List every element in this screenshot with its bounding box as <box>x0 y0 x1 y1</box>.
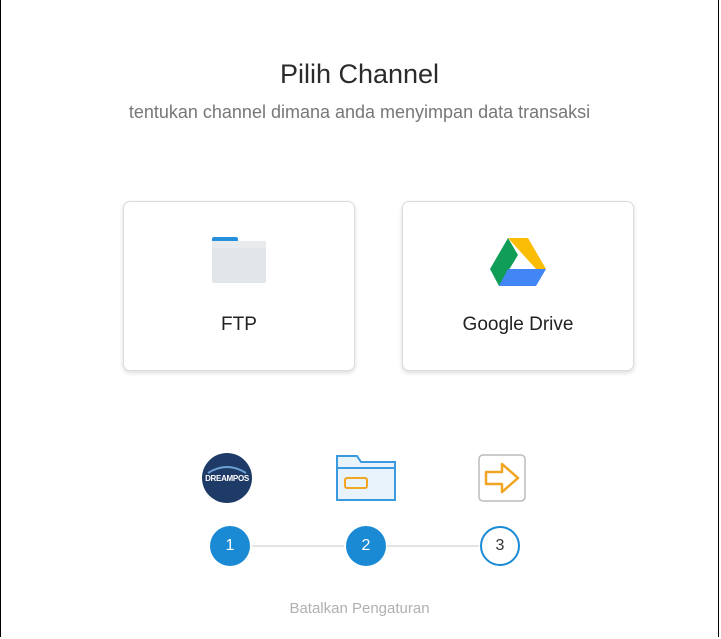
channel-card-google-drive[interactable]: Google Drive <box>402 201 634 371</box>
dreampos-logo: DREAMPOS <box>202 453 252 503</box>
folder-card-icon <box>335 454 397 507</box>
cancel-settings-link[interactable]: Batalkan Pengaturan <box>1 600 718 617</box>
step-indicator-2: 2 <box>346 526 386 566</box>
google-drive-icon <box>489 236 547 291</box>
channel-label-ftp: FTP <box>221 314 257 335</box>
page-title: Pilih Channel <box>279 59 440 89</box>
channel-label-google-drive: Google Drive <box>462 314 574 335</box>
window-frame: Pilih Channel tentukan channel dimana an… <box>0 0 719 637</box>
step-connector-1 <box>252 545 344 547</box>
arrow-right-icon <box>478 454 526 507</box>
page-subtitle: tentukan channel dimana anda menyimpan d… <box>128 102 591 122</box>
step-indicator-1: 1 <box>210 526 250 566</box>
step-indicator-3: 3 <box>480 526 520 566</box>
step-connector-2 <box>387 545 479 547</box>
folder-icon <box>210 236 268 289</box>
dreampos-logo-text: DREAMPOS <box>205 474 249 483</box>
channel-card-ftp[interactable]: FTP <box>123 201 355 371</box>
